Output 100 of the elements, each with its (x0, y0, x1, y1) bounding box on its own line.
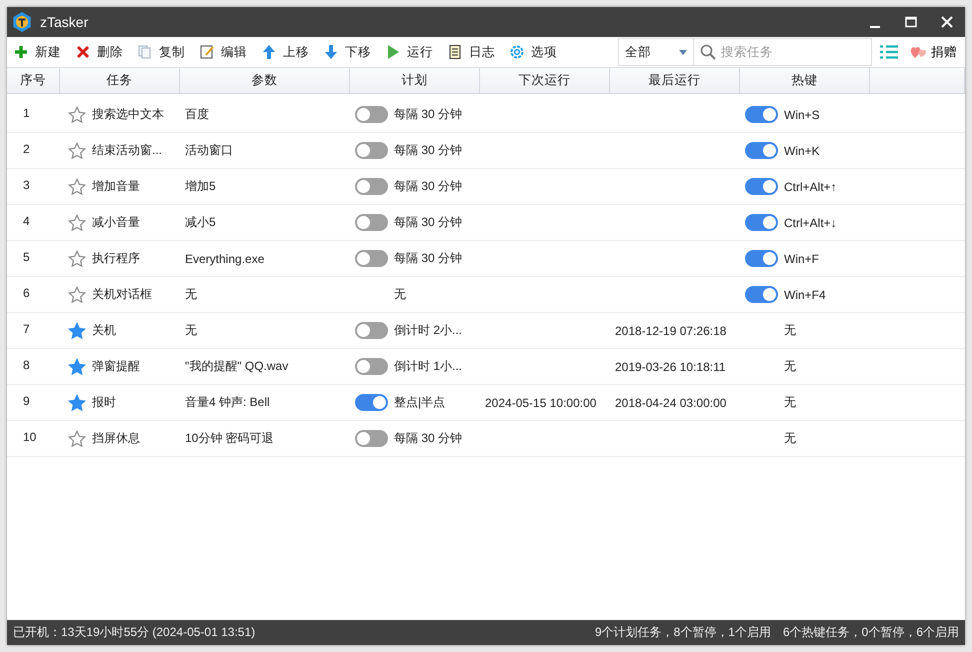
hotkey-text: Win+K (784, 144, 820, 158)
hotkey-text: 无 (784, 322, 796, 339)
schedule-text: 无 (394, 286, 406, 303)
column-header[interactable]: 任务 (60, 68, 180, 93)
column-header[interactable]: 参数 (180, 68, 350, 93)
task-parameter: 百度 (185, 106, 209, 123)
row-number: 5 (23, 250, 30, 264)
toggle-switch[interactable] (355, 250, 388, 267)
schedule-text: 每隔 30 分钟 (394, 106, 462, 123)
toggle-switch[interactable] (355, 142, 388, 159)
toolbar-button[interactable]: 上移 (255, 38, 317, 66)
gear-icon (509, 44, 525, 60)
toolbar-button[interactable]: 编辑 (193, 38, 255, 66)
toggle-switch[interactable] (355, 430, 388, 447)
toolbar-button[interactable]: 日志 (441, 38, 503, 66)
task-parameter: 10分钟 密码可退 (185, 430, 274, 447)
row-number: 1 (23, 106, 30, 120)
column-header[interactable]: 下次运行 (480, 68, 610, 93)
dropdown-caret-icon (679, 50, 687, 54)
toolbar-button[interactable]: 运行 (379, 38, 441, 66)
hotkey-text: Win+S (784, 108, 820, 122)
list-view-icon[interactable] (880, 45, 898, 59)
toolbar-button[interactable]: 下移 (317, 38, 379, 66)
task-name: 减小音量 (92, 214, 140, 231)
hotkey-text: 无 (784, 430, 796, 447)
next-run-time: 2024-05-15 10:00:00 (485, 396, 596, 410)
star-icon[interactable] (68, 178, 86, 196)
donate-button[interactable]: 捐赠 (906, 44, 965, 60)
notepad-icon (447, 44, 463, 60)
task-name: 弹窗提醒 (92, 358, 140, 375)
app-logo-icon (12, 12, 32, 32)
close-icon (941, 16, 953, 28)
row-number: 8 (23, 358, 30, 372)
task-name: 关机对话框 (92, 286, 152, 303)
hotkey-text: Win+F (784, 252, 820, 266)
hotkey-text: Win+F4 (784, 288, 826, 302)
hotkey-text: Ctrl+Alt+↑ (784, 180, 837, 194)
schedule-text: 每隔 30 分钟 (394, 430, 462, 447)
search-field[interactable]: 搜索任务 (694, 38, 872, 66)
task-name: 关机 (92, 322, 116, 339)
row-number: 2 (23, 142, 30, 156)
toolbar-button[interactable]: 新建 (7, 38, 69, 66)
toolbar-button[interactable]: 复制 (131, 38, 193, 66)
task-parameter: Everything.exe (185, 252, 264, 266)
plus-icon (13, 44, 29, 60)
toggle-switch[interactable] (745, 178, 778, 195)
row-number: 7 (23, 322, 30, 336)
cross-icon (75, 44, 91, 60)
star-icon[interactable] (68, 142, 86, 160)
task-parameter: 增加5 (185, 178, 216, 195)
task-parameter: "我的提醒" QQ.wav (185, 358, 288, 375)
star-icon[interactable] (68, 430, 86, 448)
star-icon[interactable] (68, 322, 86, 340)
edit-icon (199, 44, 215, 60)
play-icon (385, 44, 401, 60)
star-icon[interactable] (68, 358, 86, 376)
down-arrow-icon (323, 44, 339, 60)
window-title: zTasker (40, 14, 90, 30)
task-parameter: 活动窗口 (185, 142, 233, 159)
uptime-text: 已开机：13天19小时55分 (2024-05-01 13:51) (13, 624, 256, 641)
task-name: 搜索选中文本 (92, 106, 164, 123)
star-icon[interactable] (68, 106, 86, 124)
task-summary: 9个计划任务，8个暂停，1个启用 6个热键任务，0个暂停，6个启用 (594, 624, 959, 641)
filter-dropdown[interactable]: 全部 (618, 38, 694, 66)
hotkey-text: Ctrl+Alt+↓ (784, 216, 837, 230)
star-icon[interactable] (68, 286, 86, 304)
toggle-switch[interactable] (745, 250, 778, 267)
schedule-text: 每隔 30 分钟 (394, 178, 462, 195)
column-header[interactable]: 最后运行 (610, 68, 740, 93)
toggle-switch[interactable] (355, 178, 388, 195)
task-parameter: 减小5 (185, 214, 216, 231)
schedule-text: 倒计时 1小... (394, 358, 462, 375)
row-number: 3 (23, 178, 30, 192)
schedule-text: 每隔 30 分钟 (394, 142, 462, 159)
column-header[interactable]: 热键 (740, 68, 870, 93)
toggle-switch[interactable] (745, 214, 778, 231)
star-icon[interactable] (68, 394, 86, 412)
toggle-switch[interactable] (355, 214, 388, 231)
toolbar-button[interactable]: 选项 (503, 38, 565, 66)
toolbar-button[interactable]: 删除 (69, 38, 131, 66)
toggle-switch[interactable] (355, 106, 388, 123)
toggle-switch[interactable] (355, 358, 388, 375)
last-run-time: 2019-03-26 10:18:11 (615, 360, 726, 374)
toggle-switch[interactable] (355, 322, 388, 339)
toggle-switch[interactable] (745, 142, 778, 159)
toggle-switch[interactable] (745, 286, 778, 303)
row-number: 4 (23, 214, 30, 228)
last-run-time: 2018-04-24 03:00:00 (615, 396, 726, 410)
star-icon[interactable] (68, 250, 86, 268)
toggle-switch[interactable] (745, 106, 778, 123)
minimize-icon (869, 26, 881, 28)
copy-icon (137, 44, 153, 60)
task-name: 结束活动窗... (92, 142, 162, 159)
column-header[interactable]: 序号 (7, 68, 60, 93)
schedule-text: 每隔 30 分钟 (394, 214, 462, 231)
column-header[interactable]: 计划 (350, 68, 480, 93)
star-icon[interactable] (68, 214, 86, 232)
toggle-switch[interactable] (355, 394, 388, 411)
hearts-icon (910, 45, 926, 59)
up-arrow-icon (261, 44, 277, 60)
